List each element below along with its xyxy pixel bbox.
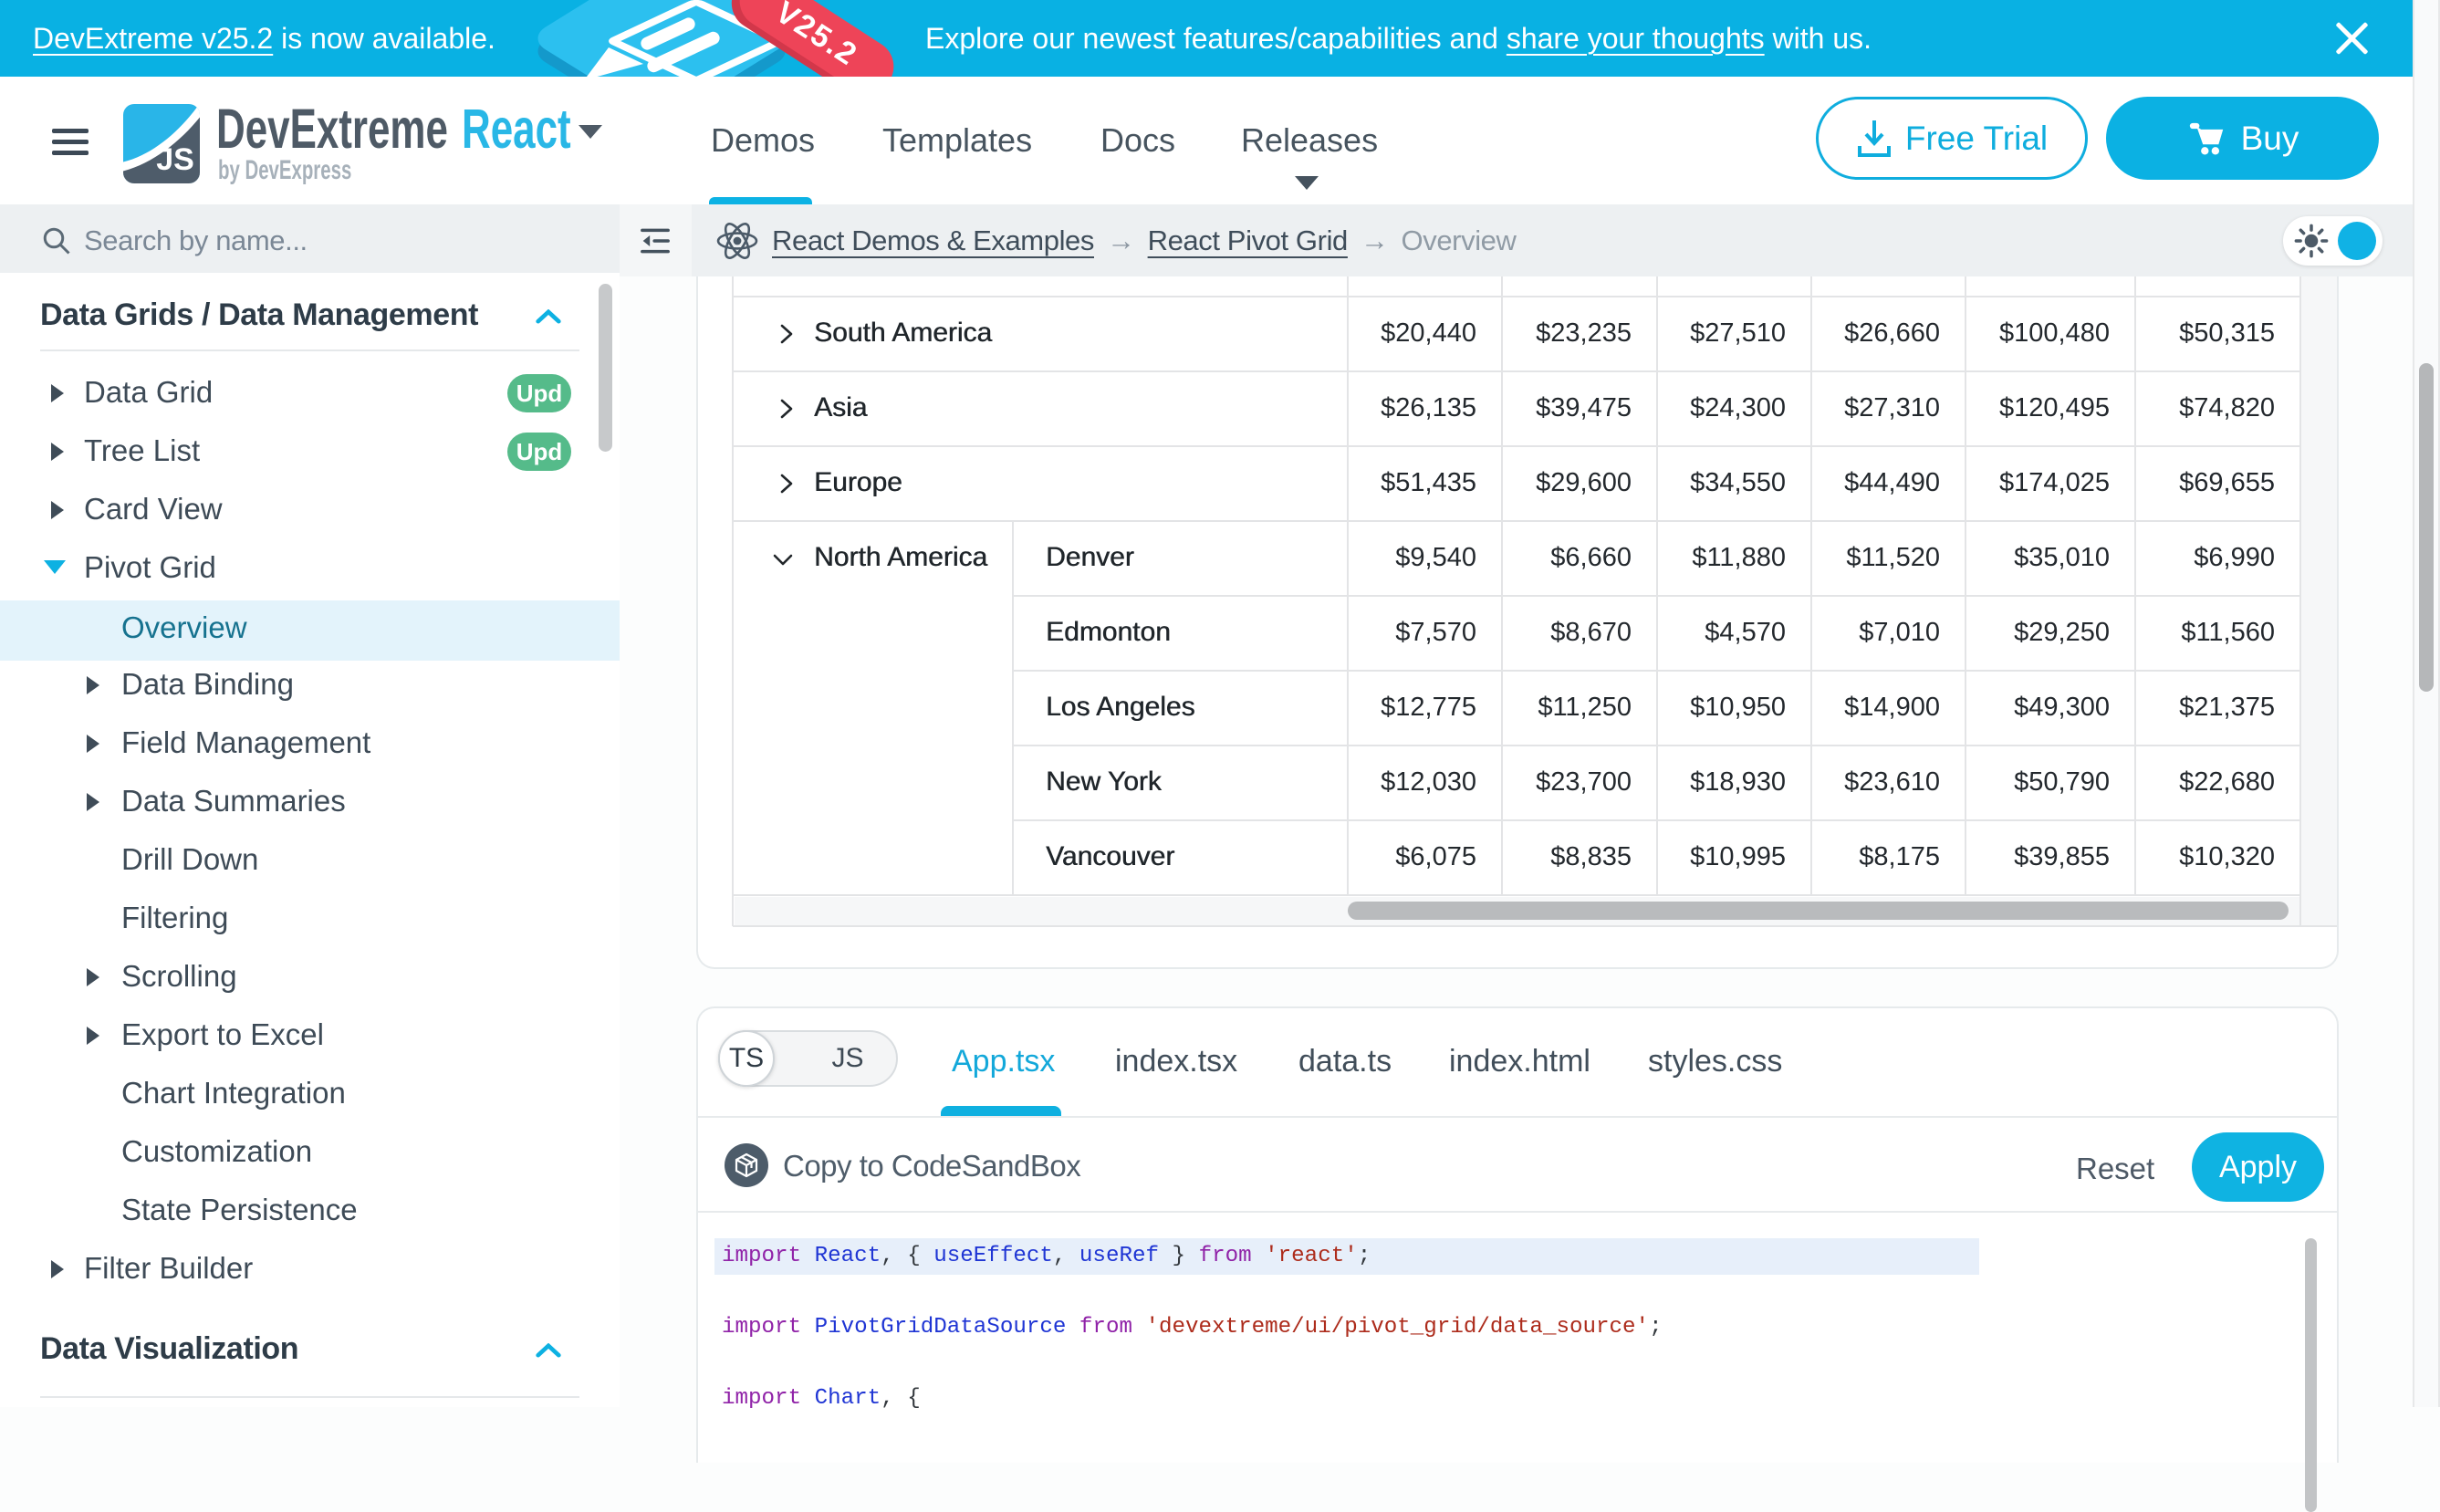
svg-text:JS: JS	[156, 142, 194, 177]
